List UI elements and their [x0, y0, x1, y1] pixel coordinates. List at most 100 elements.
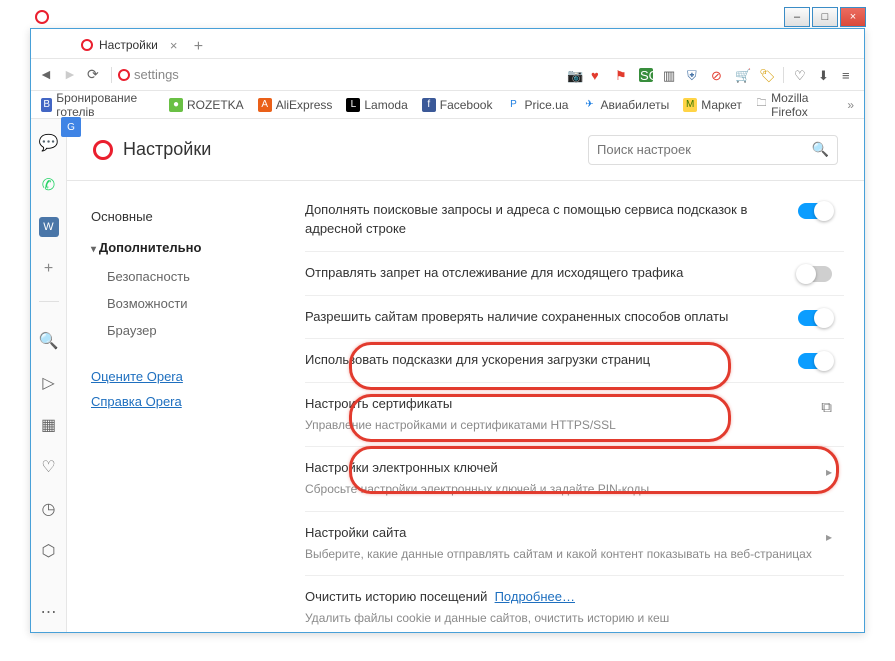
- setting-preload: Использовать подсказки для ускорения заг…: [305, 338, 844, 382]
- bookmark-label: Price.ua: [524, 98, 568, 112]
- bookmark-item-0[interactable]: BБронирование готелів: [41, 91, 155, 119]
- ext-cart-icon[interactable]: 🛒: [735, 68, 749, 82]
- ext-camera-icon[interactable]: 📷: [567, 68, 581, 82]
- settings-search-input[interactable]: [597, 142, 812, 157]
- bookmark-item-7[interactable]: MМаркет: [683, 98, 742, 112]
- tab-settings[interactable]: Настройки ×: [71, 32, 187, 58]
- nav-advanced[interactable]: Дополнительно: [91, 232, 281, 263]
- setting-clear-history[interactable]: Очистить историю посещений Подробнее… Уд…: [305, 575, 844, 632]
- sidebar-add-button[interactable]: +: [39, 259, 59, 279]
- browser-window: – □ × Настройки × + ◄ ► ⟳ settings 📷 ♥ ⚑…: [30, 28, 865, 633]
- settings-title: Настройки: [93, 139, 211, 160]
- toolbar-separator: [783, 67, 784, 83]
- bookmark-label: Авиабилеты: [600, 98, 669, 112]
- bookmark-item-5[interactable]: P Price.ua: [506, 98, 568, 112]
- sidebar-speeddial-icon[interactable]: ▦: [39, 415, 59, 435]
- ext-savefrom-icon[interactable]: SG: [639, 68, 653, 82]
- bookmark-item-4[interactable]: fFacebook: [422, 98, 493, 112]
- toggle-payment-check[interactable]: [798, 310, 832, 326]
- nav-security[interactable]: Безопасность: [91, 263, 281, 290]
- setting-search-suggestions: Дополнять поисковые запросы и адреса с п…: [305, 189, 844, 251]
- sidebar-divider: [39, 301, 59, 309]
- toggle-preload[interactable]: [798, 353, 832, 369]
- settings-page: G Настройки 🔍 Основные Дополнительно Без…: [67, 119, 864, 632]
- setting-do-not-track: Отправлять запрет на отслеживание для ис…: [305, 251, 844, 295]
- setting-desc: Удалить файлы cookie и данные сайтов, оч…: [305, 610, 832, 627]
- nav-back-button[interactable]: ◄: [39, 66, 57, 84]
- learn-more-link[interactable]: Подробнее…: [495, 589, 575, 604]
- nav-reload-button[interactable]: ⟳: [87, 66, 105, 84]
- address-origin[interactable]: settings: [118, 67, 179, 82]
- ext-tag-icon[interactable]: 🏷: [759, 68, 773, 82]
- address-bar: ◄ ► ⟳ settings 📷 ♥ ⚑ SG ▥ ⛨ ⊘ 🛒 🏷 ♡ ⬇ ≡: [31, 59, 864, 91]
- opera-scheme-icon: [118, 69, 130, 81]
- tab-strip: Настройки × +: [31, 29, 864, 59]
- ext-flag-icon[interactable]: ⚑: [615, 68, 629, 82]
- setting-desc: Управление настройками и сертификатами H…: [305, 417, 811, 434]
- bookmark-item-6[interactable]: ✈ Авиабилеты: [582, 98, 669, 112]
- bookmark-icon: ✈: [582, 98, 596, 112]
- bookmarks-overflow-button[interactable]: »: [847, 98, 854, 112]
- settings-nav: Основные Дополнительно Безопасность Возм…: [67, 181, 297, 632]
- bookmark-button[interactable]: ♡: [794, 68, 808, 82]
- opera-logo-icon: [93, 140, 113, 160]
- bookmark-label: Facebook: [440, 98, 493, 112]
- sidebar-history-icon[interactable]: ◷: [39, 499, 59, 519]
- bookmark-label: ROZETKA: [187, 98, 244, 112]
- external-launch-icon: ⧉: [821, 399, 832, 416]
- nav-browser[interactable]: Браузер: [91, 317, 281, 344]
- setting-certificates[interactable]: Настроить сертификаты Управление настрой…: [305, 382, 844, 446]
- sidebar-search-icon[interactable]: 🔍: [39, 331, 59, 351]
- sidebar-messenger-icon[interactable]: 💬: [39, 133, 59, 153]
- bookmark-item-2[interactable]: A AliExpress: [258, 98, 333, 112]
- ext-compare-icon[interactable]: ▥: [663, 68, 677, 82]
- settings-search[interactable]: 🔍: [588, 135, 838, 165]
- window-minimize-button[interactable]: –: [784, 7, 810, 27]
- settings-main[interactable]: Дополнять поисковые запросы и адреса с п…: [297, 181, 864, 632]
- sidebar-vk-icon[interactable]: W: [39, 217, 59, 237]
- bookmark-label: AliExpress: [276, 98, 333, 112]
- sidebar-extensions-icon[interactable]: ⬡: [39, 541, 59, 561]
- setting-desc: Сбросьте настройки электронных ключей и …: [305, 481, 816, 498]
- window-maximize-button[interactable]: □: [812, 7, 838, 27]
- page-margin-top: [0, 0, 895, 28]
- setting-payment-check: Разрешить сайтам проверять наличие сохра…: [305, 295, 844, 339]
- toggle-search-suggestions[interactable]: [798, 203, 832, 219]
- chevron-right-icon: ▸: [826, 530, 832, 544]
- sidebar-whatsapp-icon[interactable]: ✆: [39, 175, 59, 195]
- opera-app-icon[interactable]: [29, 7, 55, 27]
- sidebar-bookmarks-icon[interactable]: ♡: [39, 457, 59, 477]
- search-icon: 🔍: [812, 141, 829, 158]
- nav-features[interactable]: Возможности: [91, 290, 281, 317]
- setting-title: Настройки электронных ключей: [305, 459, 816, 478]
- tab-close-icon[interactable]: ×: [170, 38, 178, 53]
- ext-adblock-icon[interactable]: ⊘: [711, 68, 725, 82]
- nav-rate-link[interactable]: Оцените Opera: [91, 364, 281, 389]
- bookmark-item-1[interactable]: ●ROZETKA: [169, 98, 244, 112]
- bookmarks-bar: BБронирование готелів ●ROZETKA A AliExpre…: [31, 91, 864, 119]
- translate-badge-icon[interactable]: G: [61, 117, 81, 137]
- bookmark-icon: P: [506, 98, 520, 112]
- setting-title: Настроить сертификаты: [305, 395, 811, 414]
- bookmark-label: Mozilla Firefox: [771, 91, 833, 119]
- toggle-do-not-track[interactable]: [798, 266, 832, 282]
- page-margin-bottom: [0, 633, 895, 661]
- bookmark-item-8[interactable]: 🗀Mozilla Firefox: [756, 91, 833, 119]
- nav-basic[interactable]: Основные: [91, 201, 281, 232]
- sidebar-settings-icon[interactable]: ⋯: [39, 602, 59, 622]
- bookmark-item-3[interactable]: LLamoda: [346, 98, 407, 112]
- nav-forward-button[interactable]: ►: [63, 66, 81, 84]
- bookmark-icon: A: [258, 98, 272, 112]
- setting-label: Использовать подсказки для ускорения заг…: [305, 351, 788, 370]
- nav-help-link[interactable]: Справка Opera: [91, 389, 281, 414]
- new-tab-button[interactable]: +: [187, 36, 209, 58]
- sidebar-flow-icon[interactable]: ▷: [39, 373, 59, 393]
- setting-site-settings[interactable]: Настройки сайта Выберите, какие данные о…: [305, 511, 844, 575]
- address-separator: [111, 67, 112, 83]
- downloads-button[interactable]: ⬇: [818, 68, 832, 82]
- window-close-button[interactable]: ×: [840, 7, 866, 27]
- easy-setup-button[interactable]: ≡: [842, 68, 856, 82]
- setting-security-keys[interactable]: Настройки электронных ключей Сбросьте на…: [305, 446, 844, 510]
- ext-heart-icon[interactable]: ♥: [591, 68, 605, 82]
- ext-shield-icon[interactable]: ⛨: [687, 68, 701, 82]
